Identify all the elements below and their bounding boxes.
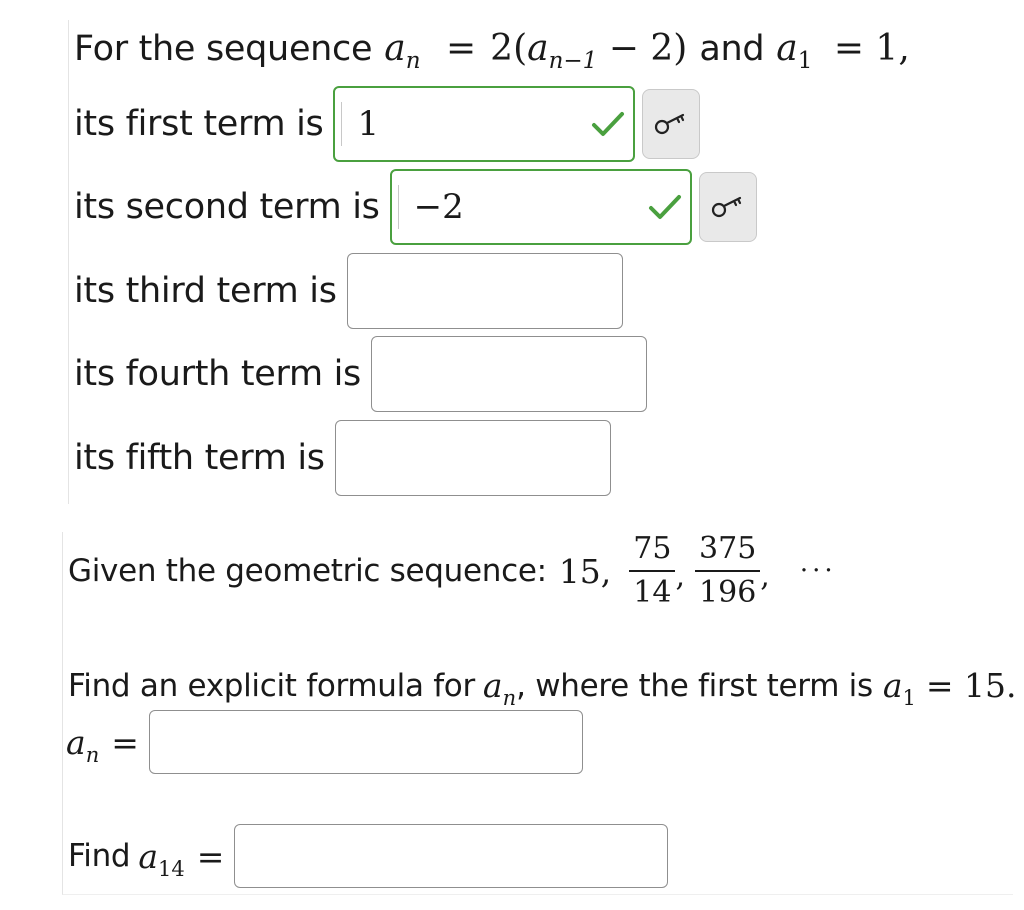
- term-label: its second term is: [74, 187, 380, 227]
- input-divider: [397, 185, 399, 229]
- input-divider: [341, 102, 343, 146]
- answer-key-button-2[interactable]: [698, 172, 757, 242]
- term-row-4: its fourth term is: [74, 336, 647, 412]
- term-label: its fifth term is: [74, 438, 325, 478]
- term-label: its first term is: [74, 104, 324, 144]
- term-row-3: its third term is: [74, 253, 623, 329]
- first-term: 15,: [558, 551, 612, 591]
- comma: ,: [760, 559, 770, 594]
- intro-text: For the sequence: [74, 28, 373, 69]
- comma: ,: [675, 559, 686, 594]
- a14-answer-row: Find a14 =: [68, 824, 669, 888]
- a1-equation: a1 = 15.: [882, 666, 1017, 710]
- explicit-formula-prompt: Find an explicit formula for an , where …: [68, 666, 1017, 710]
- term-row-2: its second term is −2: [74, 169, 757, 245]
- term-row-5: its fifth term is: [74, 420, 611, 496]
- initial-term: a1 = 1,: [776, 28, 910, 74]
- fourth-term-input[interactable]: [370, 336, 647, 412]
- key-icon: [711, 196, 741, 218]
- sequence-intro: For the sequence an = 2(an−1 − 2) and a1 …: [74, 28, 910, 74]
- find-a14-text: Find: [68, 838, 131, 874]
- a14-label: a14 =: [138, 836, 225, 881]
- fraction-1: 75 14: [629, 534, 676, 608]
- find-formula-text: Find an explicit formula for: [68, 667, 475, 704]
- and-text: and: [699, 28, 765, 69]
- an-answer-row: an =: [66, 710, 583, 774]
- first-term-input[interactable]: 1: [333, 86, 636, 162]
- answer-key-button-1[interactable]: [642, 89, 701, 159]
- fifth-term-input[interactable]: [334, 420, 611, 496]
- first-term-text: , where the first term is: [516, 667, 873, 704]
- explicit-formula-input[interactable]: [148, 710, 583, 774]
- key-icon: [655, 113, 685, 135]
- ellipsis: ···: [799, 556, 837, 586]
- fraction-2: 375 196: [695, 534, 761, 608]
- given-label: Given the geometric sequence:: [68, 553, 547, 589]
- second-term-input[interactable]: −2: [389, 169, 692, 245]
- first-term-value: 1: [357, 104, 380, 144]
- recurrence-formula: an = 2(an−1 − 2): [384, 28, 688, 74]
- second-term-value: −2: [413, 187, 464, 227]
- third-term-input[interactable]: [346, 253, 623, 329]
- term-label: its fourth term is: [74, 354, 361, 394]
- term-label: its third term is: [74, 271, 337, 311]
- an-label: an =: [66, 722, 139, 767]
- check-icon: [648, 195, 681, 219]
- check-icon: [592, 112, 625, 136]
- a14-input[interactable]: [234, 824, 669, 888]
- an-symbol: an: [482, 666, 517, 710]
- term-row-1: its first term is 1: [74, 86, 701, 162]
- geometric-sequence-statement: Given the geometric sequence: 15, 75 14 ,…: [68, 534, 837, 608]
